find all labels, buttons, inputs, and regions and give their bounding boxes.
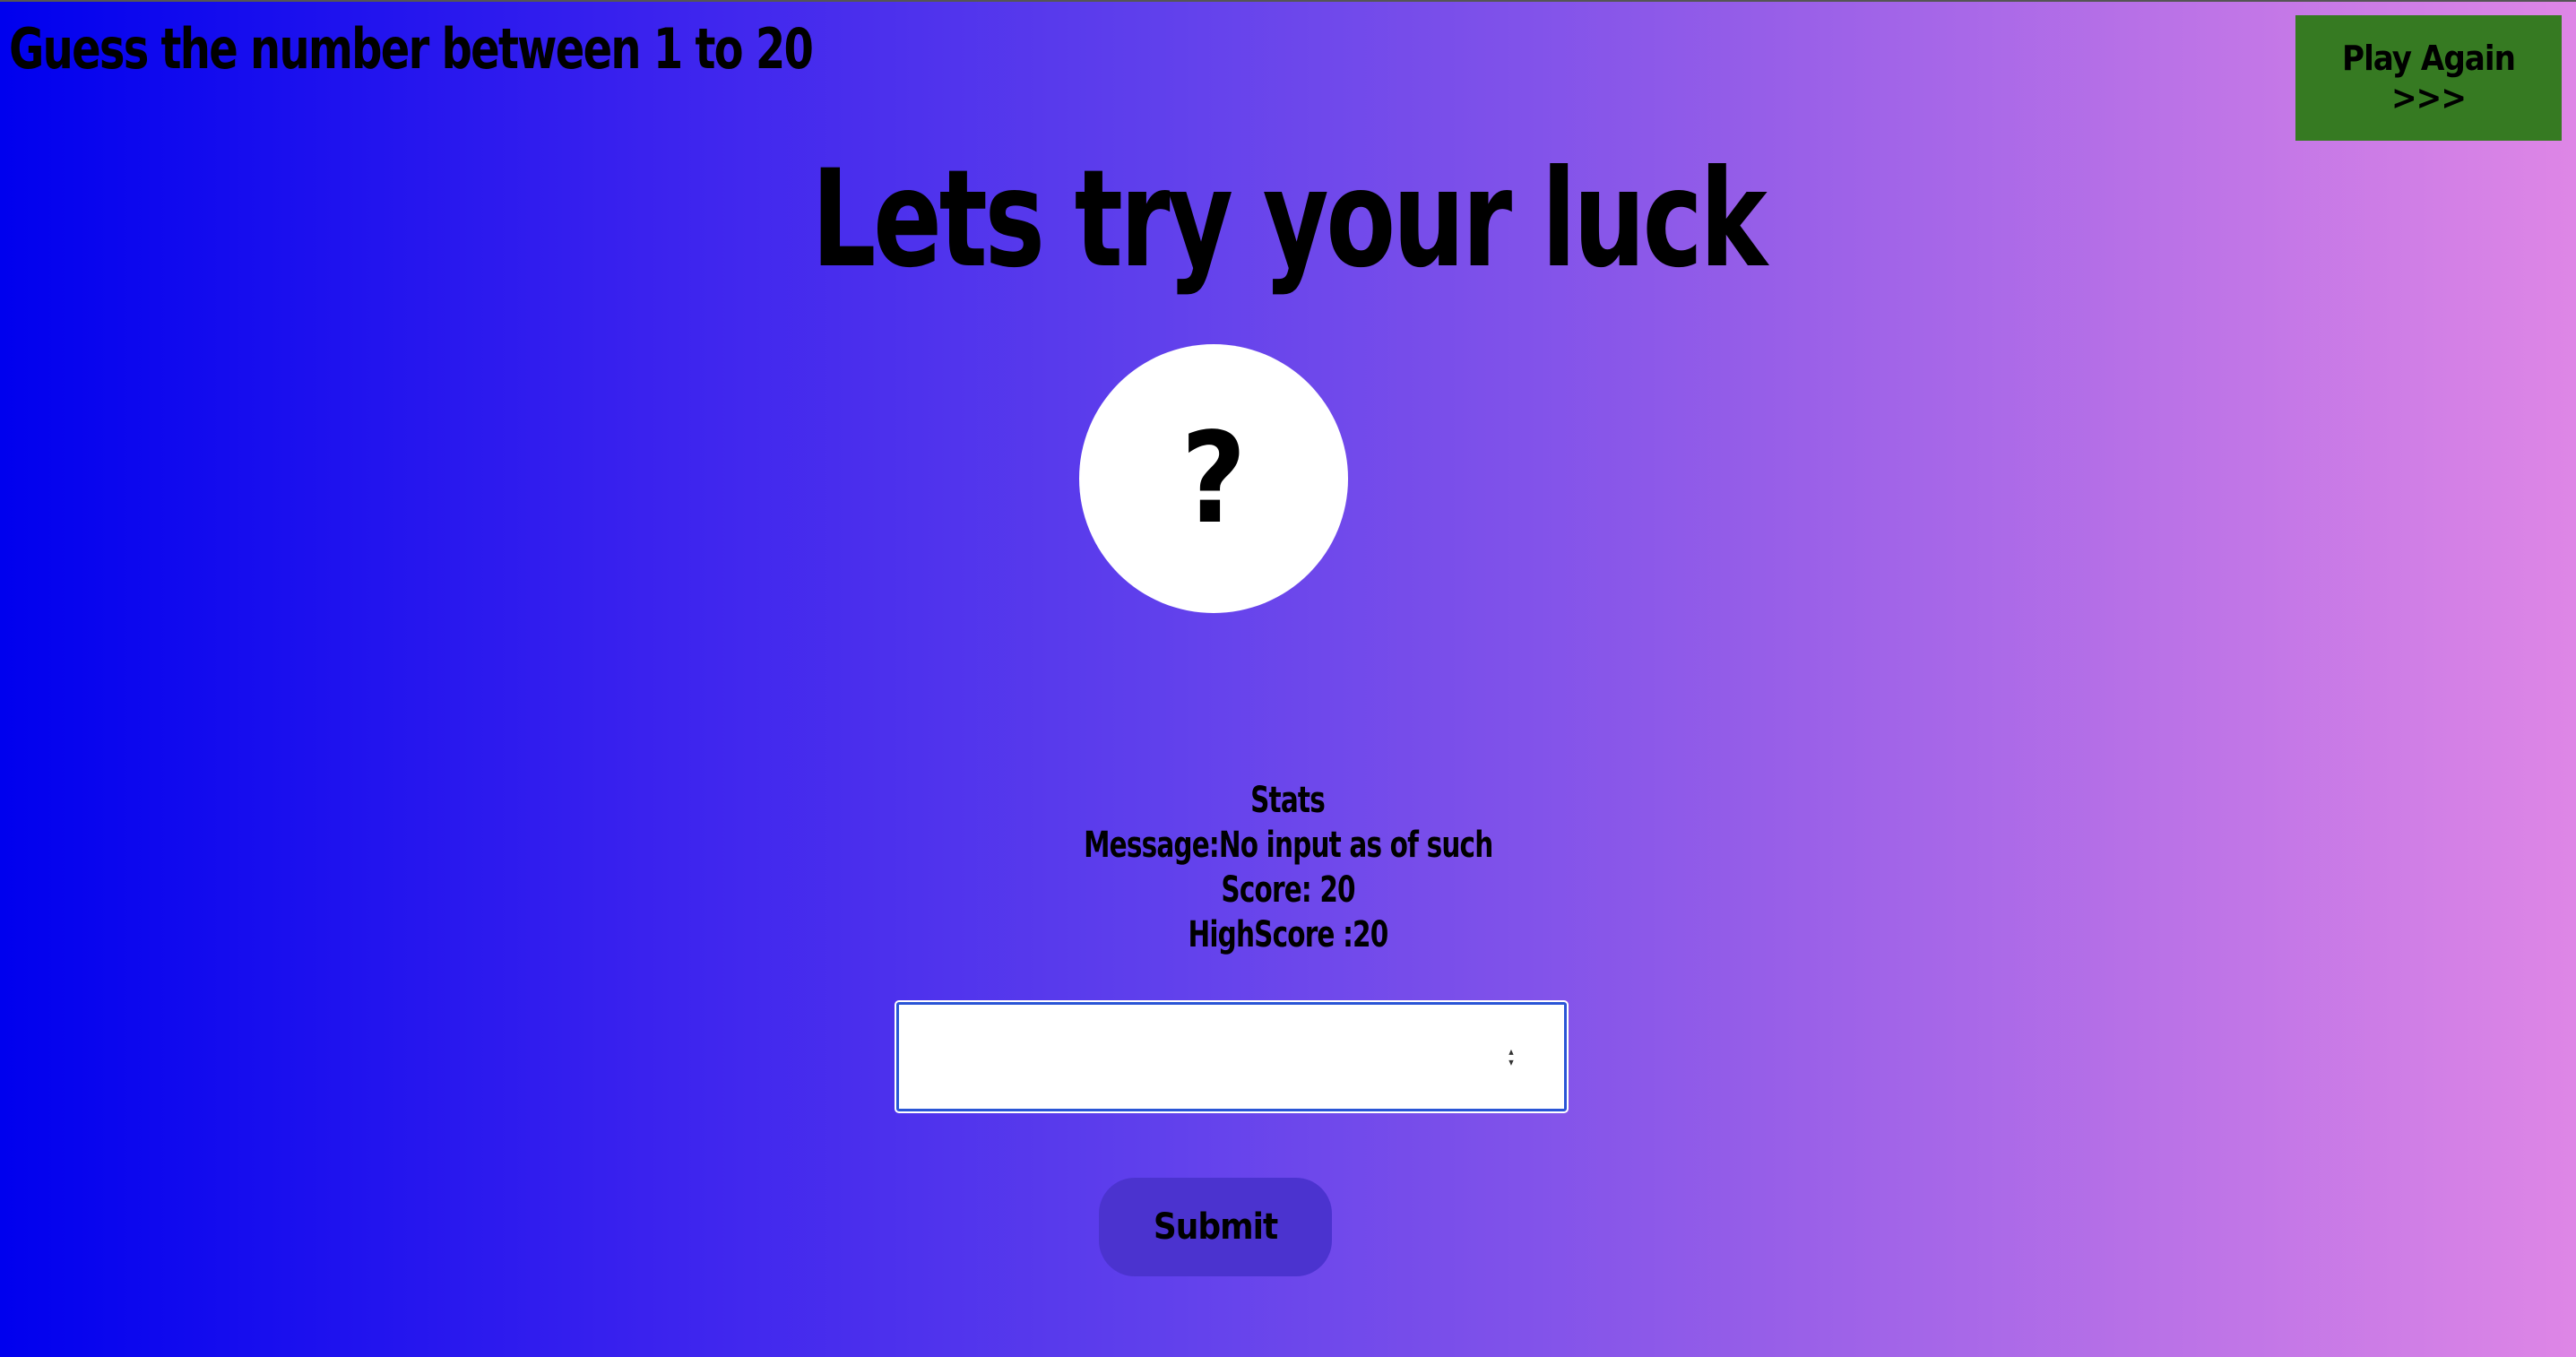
submit-button[interactable]: Submit [1099,1178,1332,1276]
stats-message: Message:No input as of such [0,823,2576,868]
stats-highscore: HighScore :20 [0,912,2576,957]
guess-number-input[interactable] [895,1000,1569,1113]
play-again-button[interactable]: Play Again >>> [2295,15,2562,141]
stats-heading-text: Stats [1250,780,1327,821]
game-title: Guess the number between 1 to 20 [9,16,814,82]
stats-message-text: Message:No input as of such [1083,825,1493,866]
headline: Lets try your luck [0,152,2576,287]
stats-highscore-text: HighScore :20 [1188,914,1388,955]
spinner-down-icon[interactable]: ▾ [1508,1057,1513,1067]
secret-number-display: ? [1079,344,1348,613]
stats-panel: Stats Message:No input as of such Score:… [0,778,2576,957]
stats-score-text: Score: 20 [1221,869,1355,911]
top-border [0,0,2576,2]
number-spinner[interactable]: ▴ ▾ [1502,1044,1520,1069]
headline-text: Lets try your luck [811,142,1768,298]
stats-heading: Stats [0,778,2576,823]
stats-score: Score: 20 [0,868,2576,912]
